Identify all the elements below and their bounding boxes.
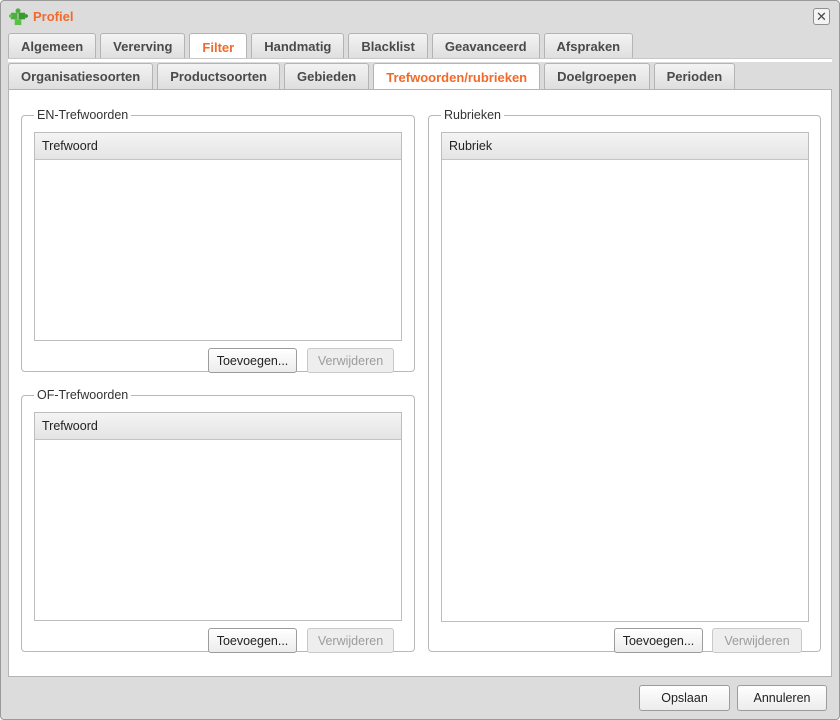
- close-button[interactable]: ✕: [813, 8, 830, 25]
- of-remove-button[interactable]: Verwijderen: [307, 628, 394, 653]
- en-trefwoorden-group: EN-Trefwoorden Trefwoord Toevoegen... Ve…: [21, 108, 415, 373]
- tab-trefwoorden-rubrieken[interactable]: Trefwoorden/rubrieken: [373, 63, 541, 90]
- title-bar: Profiel ✕: [1, 1, 839, 32]
- close-icon: ✕: [816, 9, 827, 24]
- en-remove-button[interactable]: Verwijderen: [307, 348, 394, 373]
- of-trefwoorden-legend: OF-Trefwoorden: [37, 388, 129, 402]
- rubrieken-group: Rubrieken Rubriek Toevoegen... Verwijder…: [428, 108, 821, 653]
- primary-tab-bar: Algemeen Vererving Filter Handmatig Blac…: [8, 33, 832, 60]
- rubrieken-legend: Rubrieken: [444, 108, 501, 122]
- profile-dialog: Profiel ✕ Algemeen Vererving Filter Hand…: [0, 0, 840, 720]
- tab-organisatiesoorten[interactable]: Organisatiesoorten: [8, 63, 154, 89]
- en-trefwoorden-grid[interactable]: Trefwoord: [34, 132, 402, 341]
- secondary-tab-bar: Organisatiesoorten Productsoorten Gebied…: [8, 63, 832, 90]
- rubrieken-remove-button[interactable]: Verwijderen: [712, 628, 802, 653]
- cancel-button[interactable]: Annuleren: [737, 685, 827, 711]
- tab-doelgroepen[interactable]: Doelgroepen: [544, 63, 650, 89]
- puzzle-icon: [9, 8, 28, 26]
- window-title: Profiel: [33, 9, 74, 24]
- rubriek-column-header[interactable]: Rubriek: [442, 133, 808, 160]
- tab-perioden[interactable]: Perioden: [653, 63, 736, 89]
- tab-handmatig[interactable]: Handmatig: [251, 33, 345, 59]
- en-trefwoord-column-header[interactable]: Trefwoord: [35, 133, 401, 160]
- tab-vererving[interactable]: Vererving: [100, 33, 186, 59]
- of-add-button[interactable]: Toevoegen...: [208, 628, 297, 653]
- tab-filter[interactable]: Filter: [189, 33, 248, 60]
- tab-separator: [8, 58, 832, 62]
- tab-gebieden[interactable]: Gebieden: [284, 63, 370, 89]
- rubrieken-add-button[interactable]: Toevoegen...: [614, 628, 703, 653]
- en-trefwoorden-legend: EN-Trefwoorden: [37, 108, 129, 122]
- tab-afspraken[interactable]: Afspraken: [543, 33, 634, 59]
- tab-geavanceerd[interactable]: Geavanceerd: [431, 33, 540, 59]
- tab-algemeen[interactable]: Algemeen: [8, 33, 97, 59]
- of-trefwoorden-grid[interactable]: Trefwoord: [34, 412, 402, 621]
- of-trefwoorden-group: OF-Trefwoorden Trefwoord Toevoegen... Ve…: [21, 388, 415, 653]
- save-button[interactable]: Opslaan: [639, 685, 730, 711]
- tab-content-panel: EN-Trefwoorden Trefwoord Toevoegen... Ve…: [8, 89, 832, 677]
- tab-blacklist[interactable]: Blacklist: [348, 33, 428, 59]
- of-trefwoord-column-header[interactable]: Trefwoord: [35, 413, 401, 440]
- en-add-button[interactable]: Toevoegen...: [208, 348, 297, 373]
- tab-productsoorten[interactable]: Productsoorten: [157, 63, 280, 89]
- rubrieken-grid[interactable]: Rubriek: [441, 132, 809, 622]
